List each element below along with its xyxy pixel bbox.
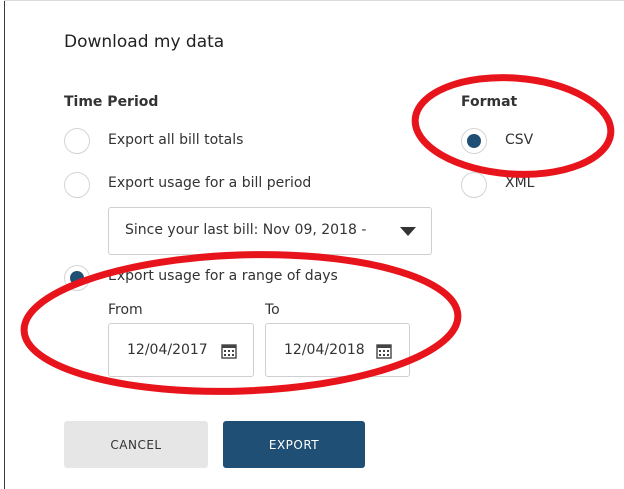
from-date-input[interactable]: 12/04/2017	[108, 323, 254, 377]
window-border-left	[4, 0, 5, 489]
to-label: To	[265, 302, 280, 318]
radio-export-all-bill-totals[interactable]	[64, 128, 90, 154]
to-date-input[interactable]: 12/04/2018	[265, 323, 410, 377]
format-label: Format	[461, 94, 518, 110]
export-button[interactable]: EXPORT	[223, 421, 365, 468]
to-date-value: 12/04/2018	[284, 342, 365, 358]
from-date-value: 12/04/2017	[127, 342, 208, 358]
dialog-title: Download my data	[64, 32, 225, 52]
chevron-down-icon	[400, 227, 416, 236]
option-label-csv[interactable]: CSV	[505, 132, 533, 148]
radio-format-csv[interactable]	[461, 128, 487, 154]
cancel-button[interactable]: CANCEL	[64, 421, 208, 468]
option-label-export-all-bill-totals[interactable]: Export all bill totals	[108, 132, 243, 148]
radio-export-range-of-days[interactable]	[64, 265, 90, 291]
time-period-label: Time Period	[64, 94, 159, 110]
annotation-circle-format	[411, 74, 615, 178]
calendar-icon[interactable]	[221, 343, 237, 359]
radio-format-xml[interactable]	[461, 172, 487, 198]
from-label: From	[108, 302, 143, 318]
bill-period-select[interactable]: Since your last bill: Nov 09, 2018 -	[108, 207, 432, 255]
radio-export-bill-period[interactable]	[64, 172, 90, 198]
option-label-export-range-of-days[interactable]: Export usage for a range of days	[108, 268, 338, 284]
calendar-icon[interactable]	[376, 343, 392, 359]
option-label-xml[interactable]: XML	[505, 175, 534, 191]
window-border-top	[4, 0, 624, 1]
bill-period-select-value: Since your last bill: Nov 09, 2018 -	[125, 222, 367, 238]
option-label-export-bill-period[interactable]: Export usage for a bill period	[108, 175, 311, 191]
